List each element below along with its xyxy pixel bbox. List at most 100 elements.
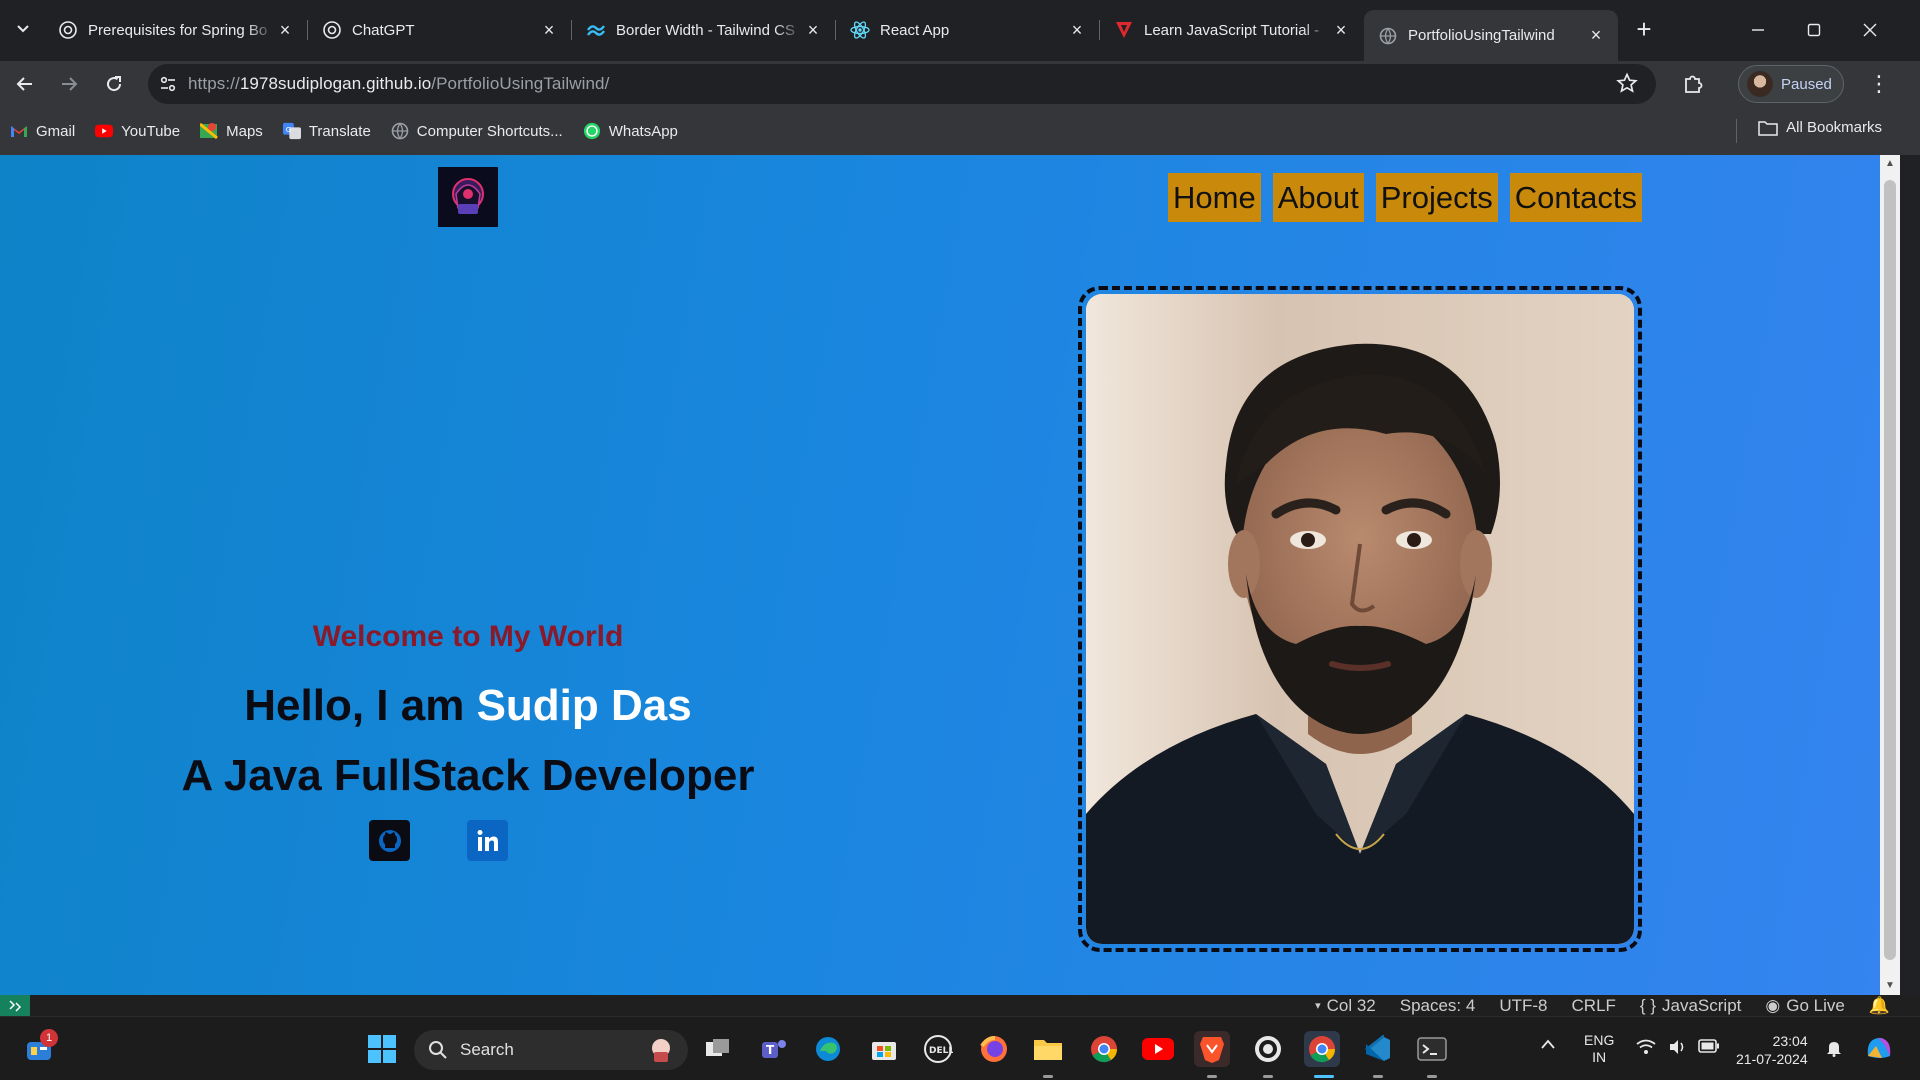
close-window-button[interactable] (1842, 10, 1898, 50)
dell-icon[interactable]: DELL (920, 1031, 956, 1067)
forward-button[interactable] (52, 67, 86, 101)
tab-learn-javascript[interactable]: Learn JavaScript Tutorial - × (1100, 10, 1363, 50)
copilot-icon[interactable] (1864, 1034, 1894, 1065)
bookmark-gmail[interactable]: Gmail (10, 122, 75, 140)
go-live-button[interactable]: ◉ Go Live (1765, 996, 1844, 1016)
github-link[interactable] (369, 820, 410, 861)
notifications-bell-icon[interactable]: 🔔 (1869, 996, 1890, 1016)
tab-title: Learn JavaScript Tutorial - (1144, 21, 1320, 39)
bookmark-youtube[interactable]: YouTube (95, 122, 180, 140)
close-tab-icon[interactable]: × (803, 20, 823, 40)
clock[interactable]: 23:04 21-07-2024 (1736, 1032, 1808, 1068)
task-view-icon[interactable] (700, 1031, 736, 1067)
system-tray-status[interactable] (1636, 1039, 1720, 1055)
chrome-icon[interactable] (1086, 1031, 1122, 1067)
language-mode[interactable]: { } JavaScript (1640, 996, 1741, 1016)
terminal-icon[interactable] (1414, 1031, 1450, 1067)
scrollbar-thumb[interactable] (1884, 180, 1896, 960)
show-hidden-icons-icon[interactable] (1540, 1037, 1556, 1053)
cursor-position[interactable]: ▾ Col 32 (1315, 996, 1376, 1016)
reload-icon (107, 76, 122, 92)
avatar (1747, 71, 1773, 97)
eol-status[interactable]: CRLF (1572, 996, 1616, 1016)
edge-icon[interactable] (810, 1031, 846, 1067)
back-button[interactable] (8, 67, 42, 101)
tab-portfolio-active[interactable]: PortfolioUsingTailwind × (1364, 10, 1618, 61)
all-bookmarks-button[interactable]: All Bookmarks (1758, 119, 1882, 136)
scroll-up-icon[interactable]: ▲ (1884, 158, 1896, 170)
maximize-button[interactable] (1786, 10, 1842, 50)
teams-icon[interactable]: T (756, 1031, 792, 1067)
remote-indicator-icon[interactable] (0, 995, 30, 1016)
scroll-down-icon[interactable]: ▼ (1884, 980, 1896, 992)
windows-taskbar: 1 Search T DELL ENG IN 23:04 21-07-2024 (0, 1016, 1920, 1080)
brave-icon[interactable] (1194, 1031, 1230, 1067)
tab-chatgpt[interactable]: ChatGPT × (308, 10, 571, 50)
running-indicator (1263, 1075, 1273, 1078)
screen: Prerequisites for Spring Bo × ChatGPT × … (0, 0, 1920, 1080)
close-tab-icon[interactable]: × (275, 20, 295, 40)
welcome-heading: Welcome to My World (312, 620, 624, 653)
wifi-icon (1636, 1039, 1656, 1054)
taskbar-search[interactable]: Search (414, 1030, 688, 1070)
bookmark-maps[interactable]: Maps (200, 122, 263, 140)
maps-icon (200, 122, 219, 140)
site-info-icon[interactable] (148, 75, 188, 93)
bookmark-computer-shortcuts[interactable]: Computer Shortcuts... (391, 122, 563, 140)
nav-contacts-link[interactable]: Contacts (1509, 173, 1643, 222)
profile-button[interactable]: Paused (1738, 65, 1844, 103)
new-tab-button[interactable]: + (1630, 16, 1658, 44)
encoding-status[interactable]: UTF-8 (1499, 996, 1547, 1016)
close-tab-icon[interactable]: × (539, 20, 559, 40)
language-label: JavaScript (1662, 995, 1742, 1015)
language-indicator[interactable]: ENG IN (1584, 1032, 1614, 1066)
bookmark-star-icon[interactable] (1616, 72, 1638, 99)
tab-react-app[interactable]: React App × (836, 10, 1099, 50)
tab-tailwind[interactable]: Border Width - Tailwind CS × (572, 10, 835, 50)
bookmark-translate[interactable]: G Translate (282, 122, 371, 140)
nav-about-link[interactable]: About (1272, 173, 1364, 222)
nav-home-link[interactable]: Home (1168, 173, 1261, 222)
svg-text:T: T (766, 1043, 775, 1057)
store-icon[interactable] (866, 1031, 902, 1067)
nav-projects-link[interactable]: Projects (1375, 173, 1498, 222)
search-label: Search (460, 1040, 514, 1059)
start-button[interactable] (364, 1031, 400, 1067)
close-tab-icon[interactable]: × (1586, 25, 1606, 46)
chatgpt-icon (322, 20, 342, 40)
search-highlight-icon (646, 1036, 676, 1069)
menu-kebab-icon[interactable]: ⋮ (1862, 67, 1896, 101)
indentation-status[interactable]: Spaces: 4 (1400, 996, 1476, 1016)
github-desktop-icon[interactable] (1250, 1031, 1286, 1067)
volume-icon (1670, 1040, 1684, 1054)
tab-title: React App (880, 21, 950, 39)
translate-icon: G (282, 122, 301, 140)
extensions-button[interactable] (1676, 67, 1710, 101)
close-icon (1863, 23, 1877, 37)
vscode-icon[interactable] (1360, 1031, 1396, 1067)
tab-search-button[interactable] (8, 14, 38, 44)
linkedin-link[interactable] (467, 820, 508, 861)
page-viewport: Home About Projects Contacts Welcome to … (0, 155, 1880, 995)
close-tab-icon[interactable]: × (1331, 20, 1351, 40)
file-explorer-icon[interactable] (1030, 1031, 1066, 1067)
address-bar[interactable]: https://1978sudiplogan.github.io/Portfol… (148, 64, 1656, 104)
hello-prefix: Hello, I am (244, 681, 477, 730)
youtube-app-icon[interactable] (1140, 1031, 1176, 1067)
notifications-bell-icon[interactable] (1826, 1039, 1842, 1060)
reload-button[interactable] (97, 67, 131, 101)
chevron-down-icon (17, 25, 29, 33)
chrome-profile-icon[interactable] (1304, 1031, 1340, 1067)
site-logo[interactable] (438, 167, 498, 227)
globe-icon (1378, 26, 1398, 46)
running-indicator (1373, 1075, 1383, 1078)
close-tab-icon[interactable]: × (1067, 20, 1087, 40)
language-code: ENG (1584, 1032, 1615, 1048)
bookmark-whatsapp[interactable]: WhatsApp (583, 122, 678, 140)
browser-toolbar: https://1978sudiplogan.github.io/Portfol… (0, 61, 1920, 107)
firefox-icon[interactable] (976, 1031, 1012, 1067)
tab-prerequisites[interactable]: Prerequisites for Spring Bo × (44, 10, 307, 50)
svg-text:DELL: DELL (929, 1046, 953, 1056)
minimize-icon (1752, 29, 1764, 31)
minimize-button[interactable] (1730, 10, 1786, 50)
